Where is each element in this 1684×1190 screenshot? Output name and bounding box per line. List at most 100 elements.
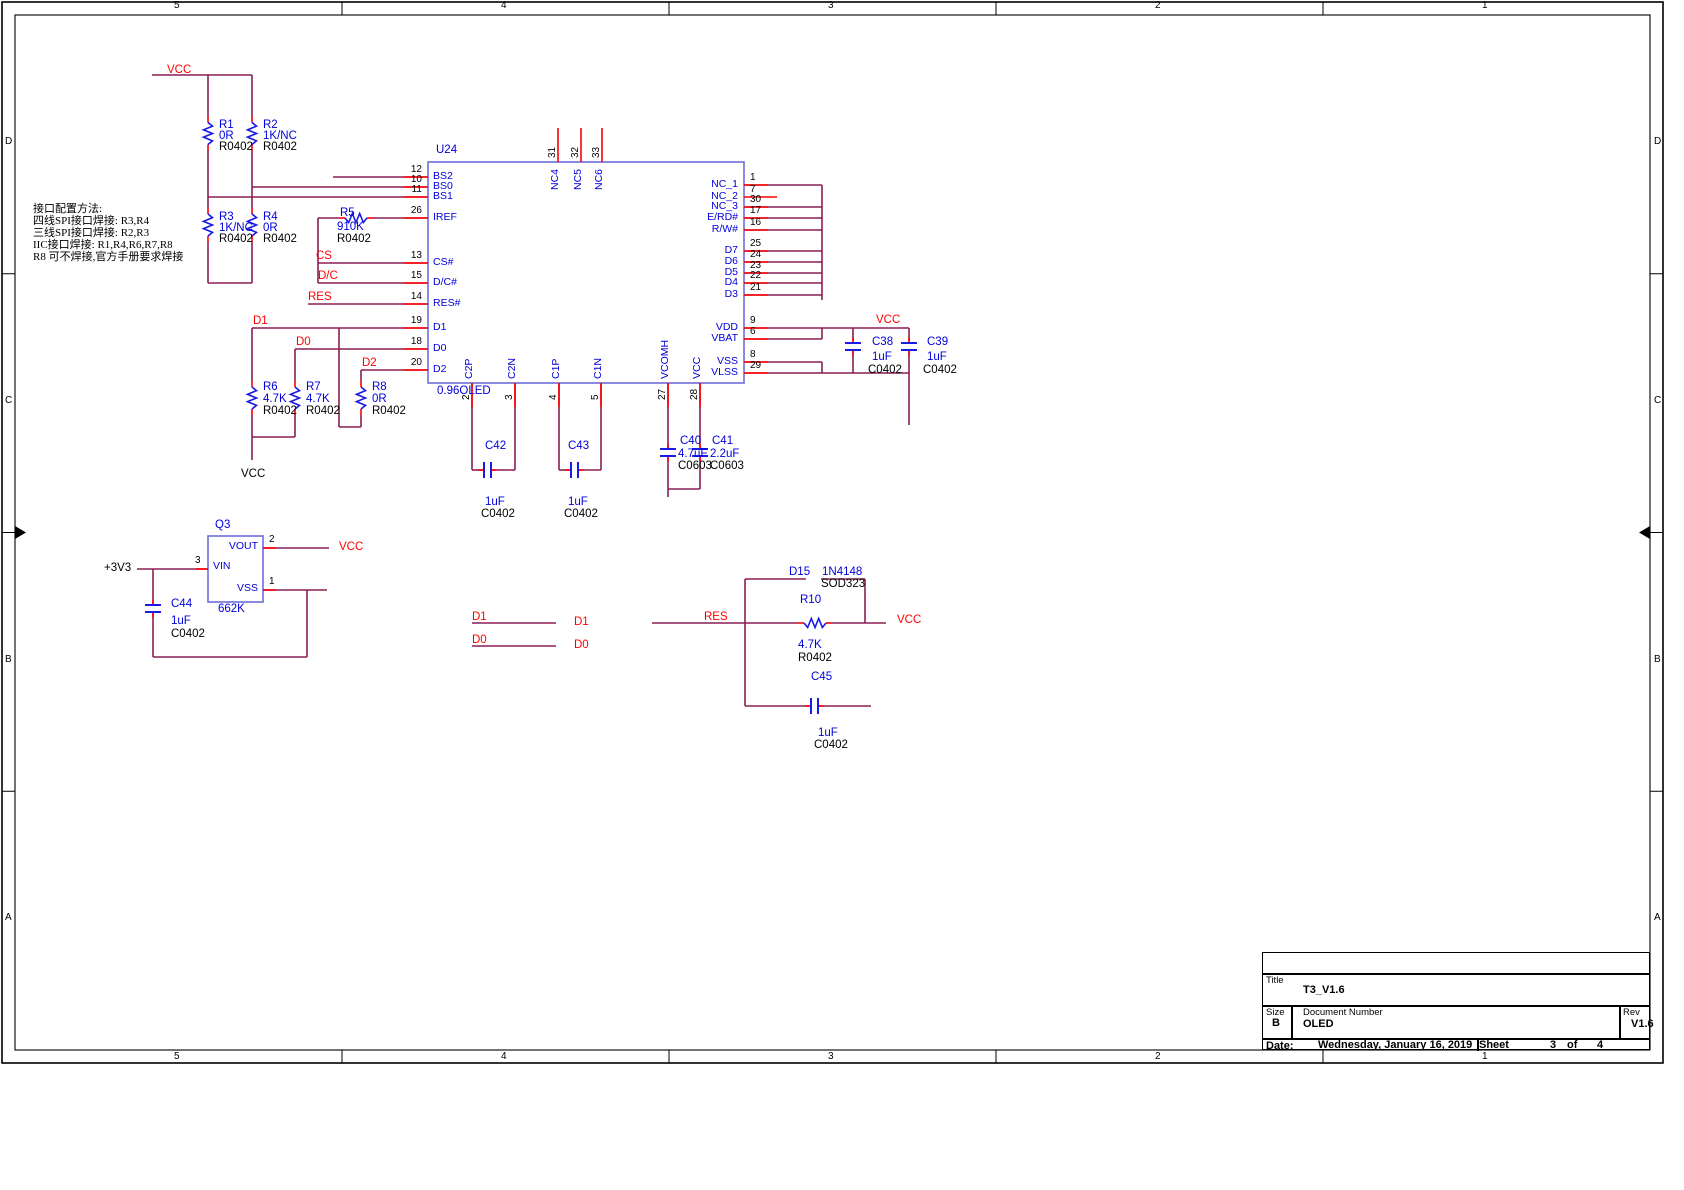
pin-number: 2 <box>462 394 473 400</box>
pin-number: 17 <box>750 206 761 217</box>
note-line: R8 可不焊接,官方手册要求焊接 <box>33 252 183 264</box>
pin-number: 29 <box>750 361 761 372</box>
title-block-divider <box>1263 973 1649 975</box>
pin-number: 26 <box>396 206 422 217</box>
resistor-symbol <box>804 619 826 628</box>
footprint-r5: R0402 <box>337 233 371 245</box>
pin-name: NC4 <box>550 169 561 190</box>
net-label-dc: D/C <box>318 270 338 282</box>
refdes-r8: R8 <box>372 381 387 393</box>
footprint-r7: R0402 <box>306 405 340 417</box>
pin-number: 15 <box>396 271 422 282</box>
zone-row: B <box>1654 655 1661 666</box>
pin-name: VSS <box>218 583 258 594</box>
pin-number: 19 <box>396 316 422 327</box>
footprint-r1: R0402 <box>219 141 253 153</box>
zone-col: 3 <box>828 1 834 12</box>
value-c44: 1uF <box>171 615 191 627</box>
zone-col: 4 <box>501 1 507 12</box>
footprint-c44: C0402 <box>171 628 205 640</box>
pin-number: 24 <box>750 250 761 261</box>
pin-name: D2 <box>433 364 446 375</box>
title-label: Title <box>1266 975 1284 986</box>
net-label-vcc: VCC <box>167 64 191 76</box>
sheet-number: 3 <box>1550 1039 1556 1051</box>
value-c39: 1uF <box>927 351 947 363</box>
value-c43: 1uF <box>568 496 588 508</box>
refdes-c41: C41 <box>712 435 733 447</box>
zone-col: 2 <box>1155 1 1161 12</box>
pin-name: VCC <box>692 357 703 379</box>
date-value: Wednesday, January 16, 2019 <box>1318 1039 1472 1051</box>
pin-number: 30 <box>750 195 761 206</box>
pin-name: D1 <box>433 322 446 333</box>
offpage-label-d1: D1 <box>574 616 589 628</box>
pin-number: 13 <box>396 251 422 262</box>
pin-number: 20 <box>396 358 422 369</box>
pin-name: NC5 <box>573 169 584 190</box>
pin-name: NC6 <box>594 169 605 190</box>
refdes-r6: R6 <box>263 381 278 393</box>
net-label-res: RES <box>308 291 332 303</box>
doc-number-label: Document Number <box>1303 1007 1383 1018</box>
resistor-symbol <box>204 123 213 145</box>
refdes-c38: C38 <box>872 336 893 348</box>
refdes-c39: C39 <box>927 336 948 348</box>
footprint-c43: C0402 <box>564 508 598 520</box>
net-label-res: RES <box>704 611 728 623</box>
refdes-r7: R7 <box>306 381 321 393</box>
footprint-d15: SOD323 <box>821 578 865 590</box>
value-r6: 4.7K <box>263 393 287 405</box>
pin-number: 5 <box>591 394 602 400</box>
pin-number: 16 <box>750 218 761 229</box>
pin-number: 9 <box>750 316 756 327</box>
refdes-c40: C40 <box>680 435 701 447</box>
offpage-label-d0: D0 <box>574 639 589 651</box>
pin-name: RES# <box>433 298 460 309</box>
zone-col: 1 <box>1482 1 1488 12</box>
pin-name: D/C# <box>433 277 457 288</box>
pin-number: 3 <box>505 394 516 400</box>
date-label: Date: <box>1266 1040 1294 1052</box>
pin-number: 14 <box>396 292 422 303</box>
pin-name: IREF <box>433 212 457 223</box>
refdes-c42: C42 <box>485 440 506 452</box>
footprint-c38: C0402 <box>868 364 902 376</box>
pin-number: 28 <box>690 389 701 400</box>
value-c40: 4.7uF <box>678 448 707 460</box>
schematic-sheet: 5432154321DCBADCBAVCCR10RR0402R21K/NCR04… <box>0 0 1684 1190</box>
footprint-c39: C0402 <box>923 364 957 376</box>
pin-number: 22 <box>750 271 761 282</box>
zone-col: 5 <box>174 1052 180 1063</box>
refdes-c44: C44 <box>171 598 192 610</box>
pin-number: 8 <box>750 350 756 361</box>
value-r10: 4.7K <box>798 639 822 651</box>
frame-inner <box>15 15 1650 1050</box>
zone-row: A <box>1654 913 1661 924</box>
value-r7: 4.7K <box>306 393 330 405</box>
footprint-c45: C0402 <box>814 739 848 751</box>
pin-name: VIN <box>213 561 231 572</box>
note-line: 三线SPI接口焊接: R2,R3 <box>33 228 149 240</box>
sheet-label: Sheet <box>1479 1039 1509 1051</box>
refdes-c45: C45 <box>811 671 832 683</box>
doc-number-value: OLED <box>1303 1018 1334 1030</box>
pin-number: 33 <box>592 147 603 158</box>
title-block-divider <box>1619 1005 1621 1038</box>
pin-number: 1 <box>269 577 275 588</box>
pin-number: 3 <box>195 556 201 567</box>
refdes-r5: R5 <box>340 207 355 219</box>
power-label-vcc: VCC <box>241 468 265 480</box>
pin-name: D4 <box>658 277 738 288</box>
pin-number: 6 <box>750 327 756 338</box>
value-r5: 910K <box>337 221 364 233</box>
rev-label: Rev <box>1623 1007 1640 1018</box>
title-block: Title T3_V1.6 Size B Document Number OLE… <box>1262 952 1650 1050</box>
center-mark-right <box>1639 526 1650 539</box>
frame-outer <box>2 2 1663 1063</box>
resistor-symbol <box>248 387 257 409</box>
note-line: 接口配置方法: <box>33 204 102 216</box>
pin-name: C1P <box>551 359 562 379</box>
footprint-r2: R0402 <box>263 141 297 153</box>
pin-name: BS1 <box>433 191 453 202</box>
